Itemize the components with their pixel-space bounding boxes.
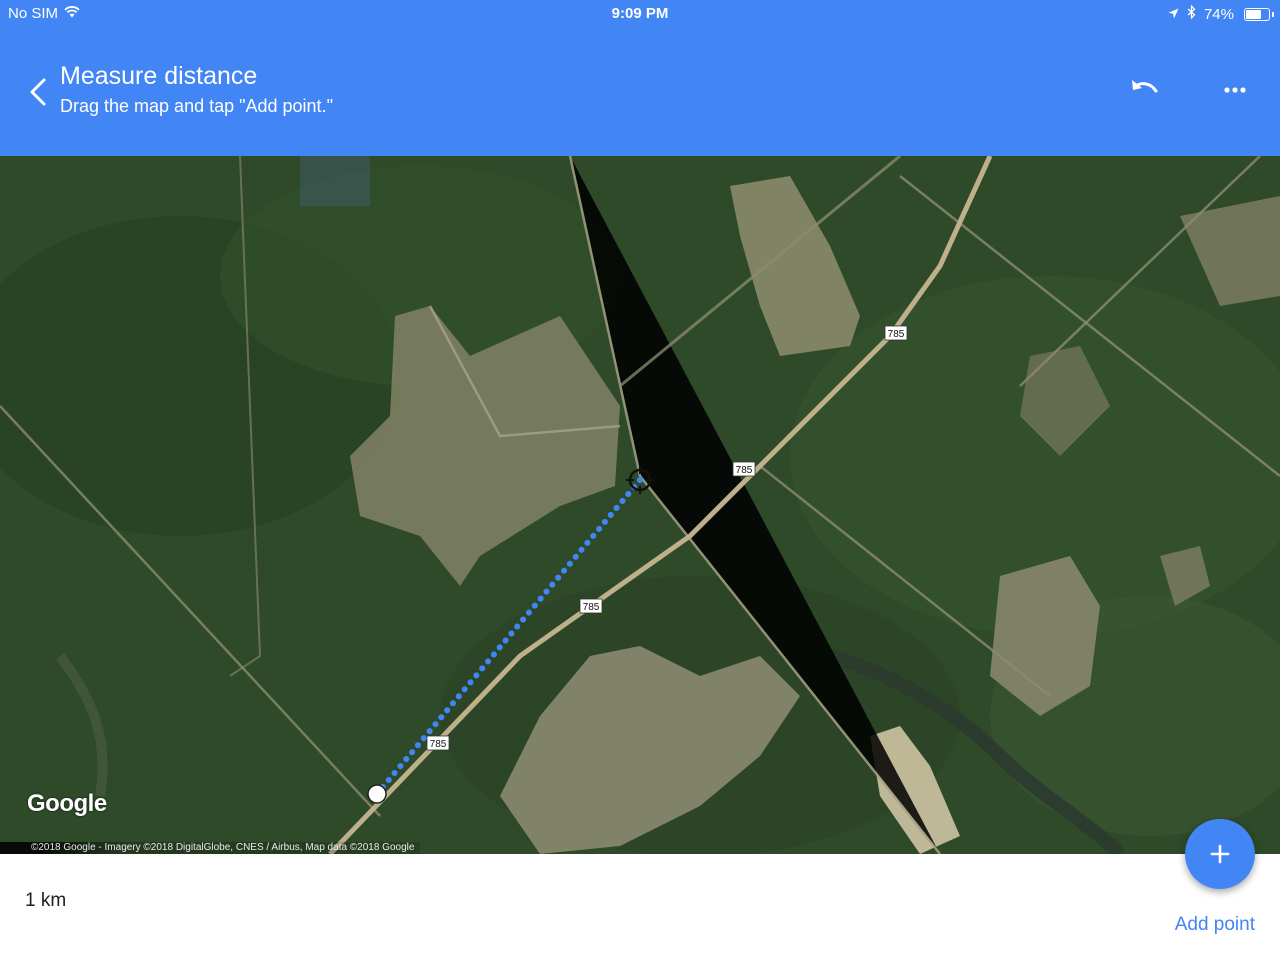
add-point-button[interactable] <box>1185 819 1255 889</box>
page-title: Measure distance <box>60 62 258 90</box>
plus-icon <box>1210 844 1230 864</box>
start-point-marker[interactable] <box>367 784 387 804</box>
satellite-imagery: 785 785 785 785 <box>0 156 1280 854</box>
route-label: 785 <box>736 465 753 476</box>
route-label: 785 <box>888 329 905 340</box>
satellite-map[interactable]: 785 785 785 785 Google ©2018 Google - Im… <box>0 156 1280 854</box>
back-arrow-icon <box>30 78 46 106</box>
route-shield: 785 <box>579 598 603 614</box>
battery-icon <box>1244 7 1274 21</box>
battery-level <box>1246 9 1261 19</box>
status-right: 74% <box>1168 4 1274 23</box>
route-shield: 785 <box>884 325 908 341</box>
add-point-link[interactable]: Add point <box>1175 914 1255 936</box>
route-label: 785 <box>583 602 600 613</box>
bluetooth-icon <box>1187 4 1196 23</box>
more-options-button[interactable] <box>1216 74 1254 106</box>
battery-cap <box>1272 11 1274 17</box>
bottom-panel: 1 km Add point <box>0 854 1280 960</box>
google-logo: Google <box>27 790 107 817</box>
location-arrow-icon <box>1168 6 1179 23</box>
map-attribution[interactable]: ©2018 Google - Imagery ©2018 DigitalGlob… <box>0 842 421 854</box>
distance-readout: 1 km <box>25 890 67 911</box>
app-header: No SIM 9:09 PM 74% Measure distance Drag… <box>0 0 1280 156</box>
undo-icon <box>1132 80 1158 93</box>
status-time: 9:09 PM <box>611 5 669 22</box>
status-bar: No SIM 9:09 PM 74% <box>0 0 1280 26</box>
undo-button[interactable] <box>1126 74 1164 106</box>
route-label: 785 <box>430 739 447 750</box>
route-shield: 785 <box>732 461 756 477</box>
page-subtitle: Drag the map and tap "Add point." <box>60 96 333 116</box>
route-shield: 785 <box>426 735 450 751</box>
more-icon <box>1224 87 1246 93</box>
back-button[interactable] <box>22 72 56 110</box>
battery-percent: 74% <box>1203 5 1234 23</box>
